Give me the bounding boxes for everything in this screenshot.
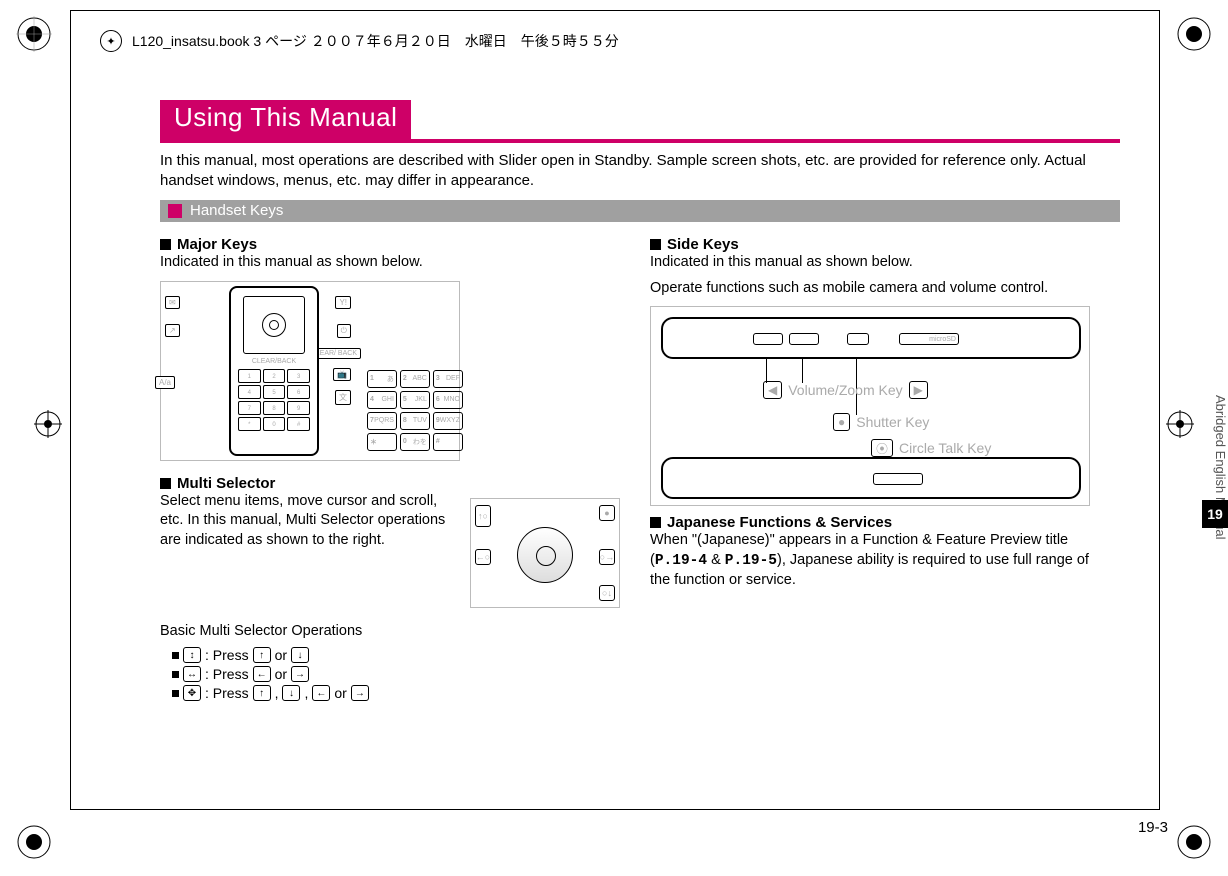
side-keys-text-2: Operate functions such as mobile camera … [650, 279, 1110, 299]
vol-up-slot [789, 333, 819, 345]
y-key-icon: Y! [335, 296, 351, 309]
keypad-enlarged: 1あ2ABC3DEF 4GHI5JKL6MNO 7PQRS8TUV9WXYZ ＊… [367, 370, 463, 451]
power-key-icon: ⏻ [337, 324, 351, 338]
updown-key-icon: ↕ [183, 647, 201, 663]
selector-ring-icon [517, 527, 573, 583]
major-keys-head: Major Keys [160, 236, 620, 253]
framemaker-icon: ✦ [100, 30, 122, 52]
page-ref: P.19-5 [725, 553, 777, 569]
figure-major-keys: ✉ ↗ A/a Y! ⏻ CLEAR/ BACK 📺 文 CLEAR/BACK … [160, 281, 460, 461]
section-label: Handset Keys [190, 202, 283, 219]
intro-text: In this manual, most operations are desc… [160, 151, 1120, 190]
leftright-key-icon: ↔ [183, 666, 201, 682]
tv-key-icon: 📺 [333, 368, 351, 381]
left-column: Major Keys Indicated in this manual as s… [160, 230, 620, 704]
lead-line [766, 359, 767, 383]
up-key-icon: ↑○ [475, 505, 491, 527]
nav-area [243, 296, 305, 354]
registration-side-icon [1166, 410, 1194, 438]
bullet-icon [172, 652, 179, 659]
right-key-icon: ○→ [599, 549, 615, 565]
japanese-functions-head: Japanese Functions & Services [650, 514, 1110, 531]
down-key-icon: ○↓ [599, 585, 615, 601]
page-title: Using This Manual [160, 100, 411, 139]
registration-mark-icon [16, 16, 52, 52]
registration-mark-icon [16, 824, 52, 860]
title-row: Using This Manual [160, 100, 1120, 143]
basic-ops-head: Basic Multi Selector Operations [160, 622, 620, 642]
left-key-icon: ← [312, 685, 330, 701]
aa-key-icon: A/a [155, 376, 175, 389]
mail-key-icon: ✉ [165, 296, 180, 309]
handset-outline: CLEAR/BACK 123 456 789 *0# [229, 286, 319, 456]
circle-talk-key-icon: ⦿ [871, 439, 893, 457]
shutter-key-icon: ● [833, 413, 850, 431]
handset-bottom-edge [661, 457, 1081, 499]
page-ref: P.19-4 [655, 553, 707, 569]
registration-side-icon [34, 410, 62, 438]
right-key-icon: → [351, 685, 369, 701]
page-content: Using This Manual In this manual, most o… [160, 100, 1120, 704]
center-key-icon: ● [599, 505, 615, 521]
print-job-header: ✦ L120_insatsu.book 3 ページ ２００７年６月２０日 水曜日… [100, 30, 619, 52]
list-item: ↕ : Press ↑ or ↓ [172, 647, 620, 663]
joystick-icon [262, 313, 286, 337]
clear-back-label: CLEAR/BACK [231, 358, 317, 365]
vol-down-slot [753, 333, 783, 345]
major-keys-text: Indicated in this manual as shown below. [160, 253, 620, 273]
volume-zoom-label: ◀ Volume/Zoom Key ▶ [763, 381, 928, 399]
right-column: Side Keys Indicated in this manual as sh… [650, 230, 1110, 704]
handset-top-edge: microSD [661, 317, 1081, 359]
page-number: 19-3 [1138, 819, 1168, 836]
left-key-icon: ←○ [475, 549, 491, 565]
print-job-text: L120_insatsu.book 3 ページ ２００７年６月２０日 水曜日 午… [132, 31, 619, 51]
call-key-icon: ↗ [165, 324, 180, 337]
down-key-icon: ↓ [291, 647, 309, 663]
registration-mark-icon [1176, 16, 1212, 52]
down-key-icon: ↓ [282, 685, 300, 701]
list-item: ✥ : Press ↑ , ↓ , ← or → [172, 685, 620, 701]
section-handset-keys: Handset Keys [160, 200, 1120, 222]
vol-right-key-icon: ▶ [909, 381, 928, 399]
circle-talk-slot [873, 473, 923, 485]
side-keys-text-1: Indicated in this manual as shown below. [650, 253, 1110, 273]
circle-talk-label: ⦿ Circle Talk Key [871, 439, 991, 457]
shutter-slot [847, 333, 869, 345]
right-key-icon: → [291, 666, 309, 682]
side-keys-head: Side Keys [650, 236, 1110, 253]
up-key-icon: ↑ [253, 647, 271, 663]
allway-key-icon: ✥ [183, 685, 201, 701]
chapter-tab: 19 [1202, 500, 1228, 528]
multi-selector-head: Multi Selector [160, 475, 620, 492]
lead-line [802, 359, 803, 383]
keypad: 123 456 789 *0# [238, 369, 310, 431]
left-key-icon: ← [253, 666, 271, 682]
bullet-icon [172, 671, 179, 678]
vol-left-key-icon: ◀ [763, 381, 782, 399]
registration-mark-icon [1176, 824, 1212, 860]
up-key-icon: ↑ [253, 685, 271, 701]
japanese-functions-text: When "(Japanese)" appears in a Function … [650, 531, 1110, 591]
basic-ops-list: ↕ : Press ↑ or ↓ ↔ : Press ← or → ✥ [172, 647, 620, 701]
list-item: ↔ : Press ← or → [172, 666, 620, 682]
shutter-label: ● Shutter Key [833, 413, 929, 431]
microsd-slot: microSD [899, 333, 959, 345]
mode-key-icon: 文 [335, 390, 351, 405]
figure-multi-selector: ↑○ ←○ ● ○→ ○↓ [470, 498, 620, 608]
bullet-icon [172, 690, 179, 697]
figure-side-keys: microSD ◀ Volume/Zoom Key ▶ ● Shutter Ke… [650, 306, 1090, 506]
